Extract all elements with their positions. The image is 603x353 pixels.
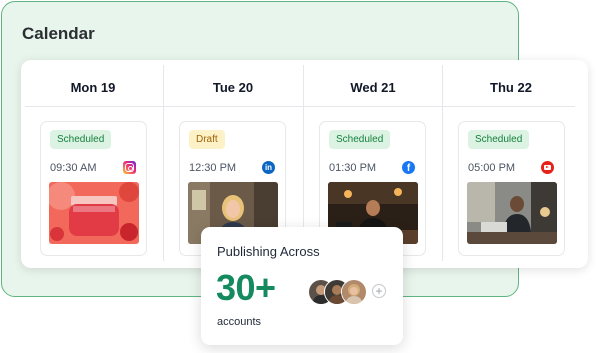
- instagram-icon: [123, 161, 136, 174]
- column-divider: [163, 65, 164, 261]
- column-divider: [442, 65, 443, 261]
- accounts-count: 30+: [216, 267, 276, 308]
- accounts-label: accounts: [217, 316, 262, 328]
- header-divider: [25, 106, 575, 107]
- avatar: [341, 279, 367, 305]
- post-thumbnail: [49, 182, 139, 244]
- panel-title: Calendar: [22, 24, 95, 43]
- day-header-mon: Mon 19: [70, 80, 116, 95]
- post-time: 09:30 AM: [50, 162, 97, 174]
- linkedin-icon: in: [262, 161, 275, 174]
- status-badge: Scheduled: [329, 130, 391, 149]
- post-thumbnail: [467, 182, 557, 244]
- post-time: 01:30 PM: [329, 162, 377, 174]
- post-card-mon[interactable]: Scheduled 09:30 AM: [40, 121, 147, 256]
- day-header-thu: Thu 22: [490, 80, 532, 95]
- day-header-tue: Tue 20: [212, 80, 254, 95]
- facebook-icon: f: [402, 161, 415, 174]
- publishing-card: Publishing Across 30+ accounts +: [201, 227, 403, 345]
- publishing-title: Publishing Across: [217, 244, 320, 259]
- day-header-wed: Wed 21: [350, 80, 396, 95]
- post-time: 12:30 PM: [189, 162, 237, 174]
- status-badge: Scheduled: [468, 130, 530, 149]
- avatar-stack: +: [308, 279, 398, 305]
- post-time: 05:00 PM: [468, 162, 516, 174]
- post-card-thu[interactable]: Scheduled 05:00 PM: [458, 121, 565, 256]
- status-badge: Scheduled: [50, 130, 112, 149]
- youtube-icon: [541, 161, 554, 174]
- plus-icon[interactable]: +: [372, 284, 386, 298]
- status-badge: Draft: [189, 130, 225, 149]
